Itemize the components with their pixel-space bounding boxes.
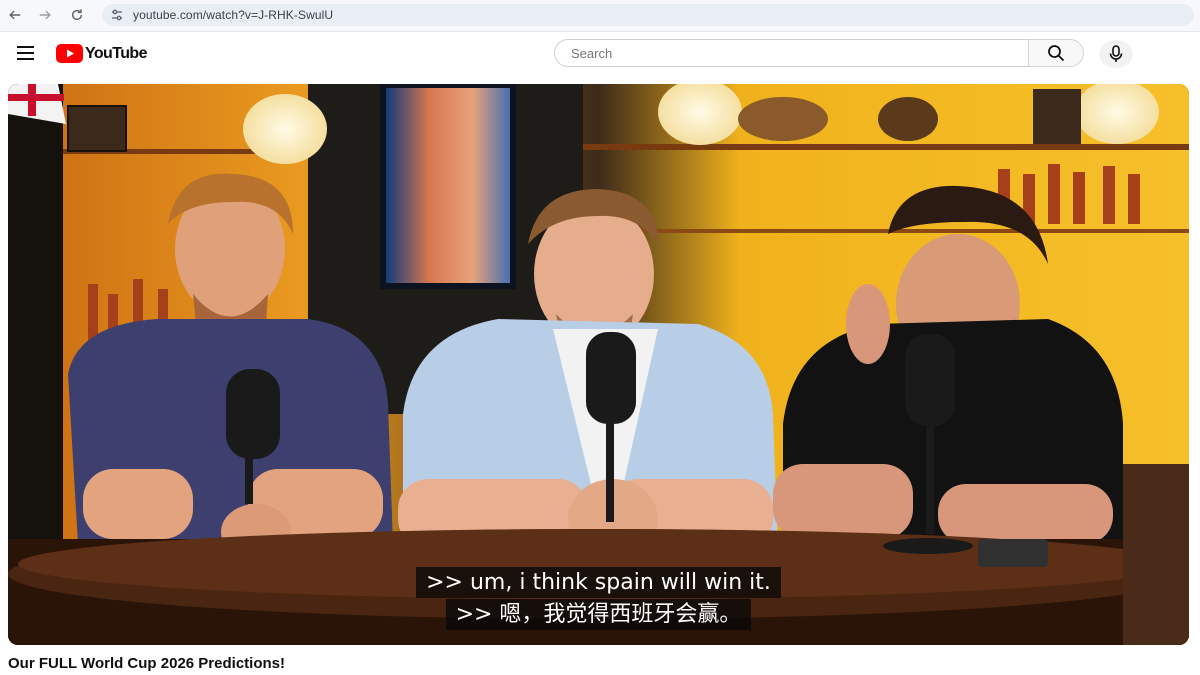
caption-overlay: >> um, i think spain will win it. >> 嗯，我… <box>8 567 1189 631</box>
reload-icon <box>71 9 83 21</box>
arrow-left-icon <box>9 10 21 20</box>
url-text: youtube.com/watch?v=J-RHK-SwulU <box>133 8 334 22</box>
microphone-icon <box>1109 45 1123 62</box>
hamburger-menu-icon[interactable] <box>16 45 36 61</box>
reload-button[interactable] <box>62 0 92 30</box>
video-frame-image <box>8 84 1189 645</box>
video-title: Our FULL World Cup 2026 Predictions! <box>8 655 285 672</box>
forward-button[interactable] <box>30 0 60 30</box>
youtube-play-icon <box>56 44 83 63</box>
search-box[interactable] <box>554 39 1028 67</box>
arrow-right-icon <box>39 10 51 20</box>
browser-toolbar: youtube.com/watch?v=J-RHK-SwulU <box>0 0 1200 32</box>
search-button[interactable] <box>1028 39 1084 67</box>
logo-text: YouTube <box>85 44 147 62</box>
youtube-header: YouTube <box>0 32 1200 76</box>
voice-search-button[interactable] <box>1099 40 1133 68</box>
search-icon <box>1048 45 1065 62</box>
search-input[interactable] <box>569 44 1028 62</box>
youtube-logo[interactable]: YouTube <box>56 44 147 63</box>
caption-line-english: >> um, i think spain will win it. <box>416 567 781 598</box>
video-player[interactable]: >> um, i think spain will win it. >> 嗯，我… <box>8 84 1189 645</box>
site-settings-icon[interactable] <box>110 8 124 22</box>
caption-line-chinese: >> 嗯，我觉得西班牙会赢。 <box>445 599 752 630</box>
back-button[interactable] <box>0 0 30 30</box>
address-bar[interactable]: youtube.com/watch?v=J-RHK-SwulU <box>102 4 1194 26</box>
